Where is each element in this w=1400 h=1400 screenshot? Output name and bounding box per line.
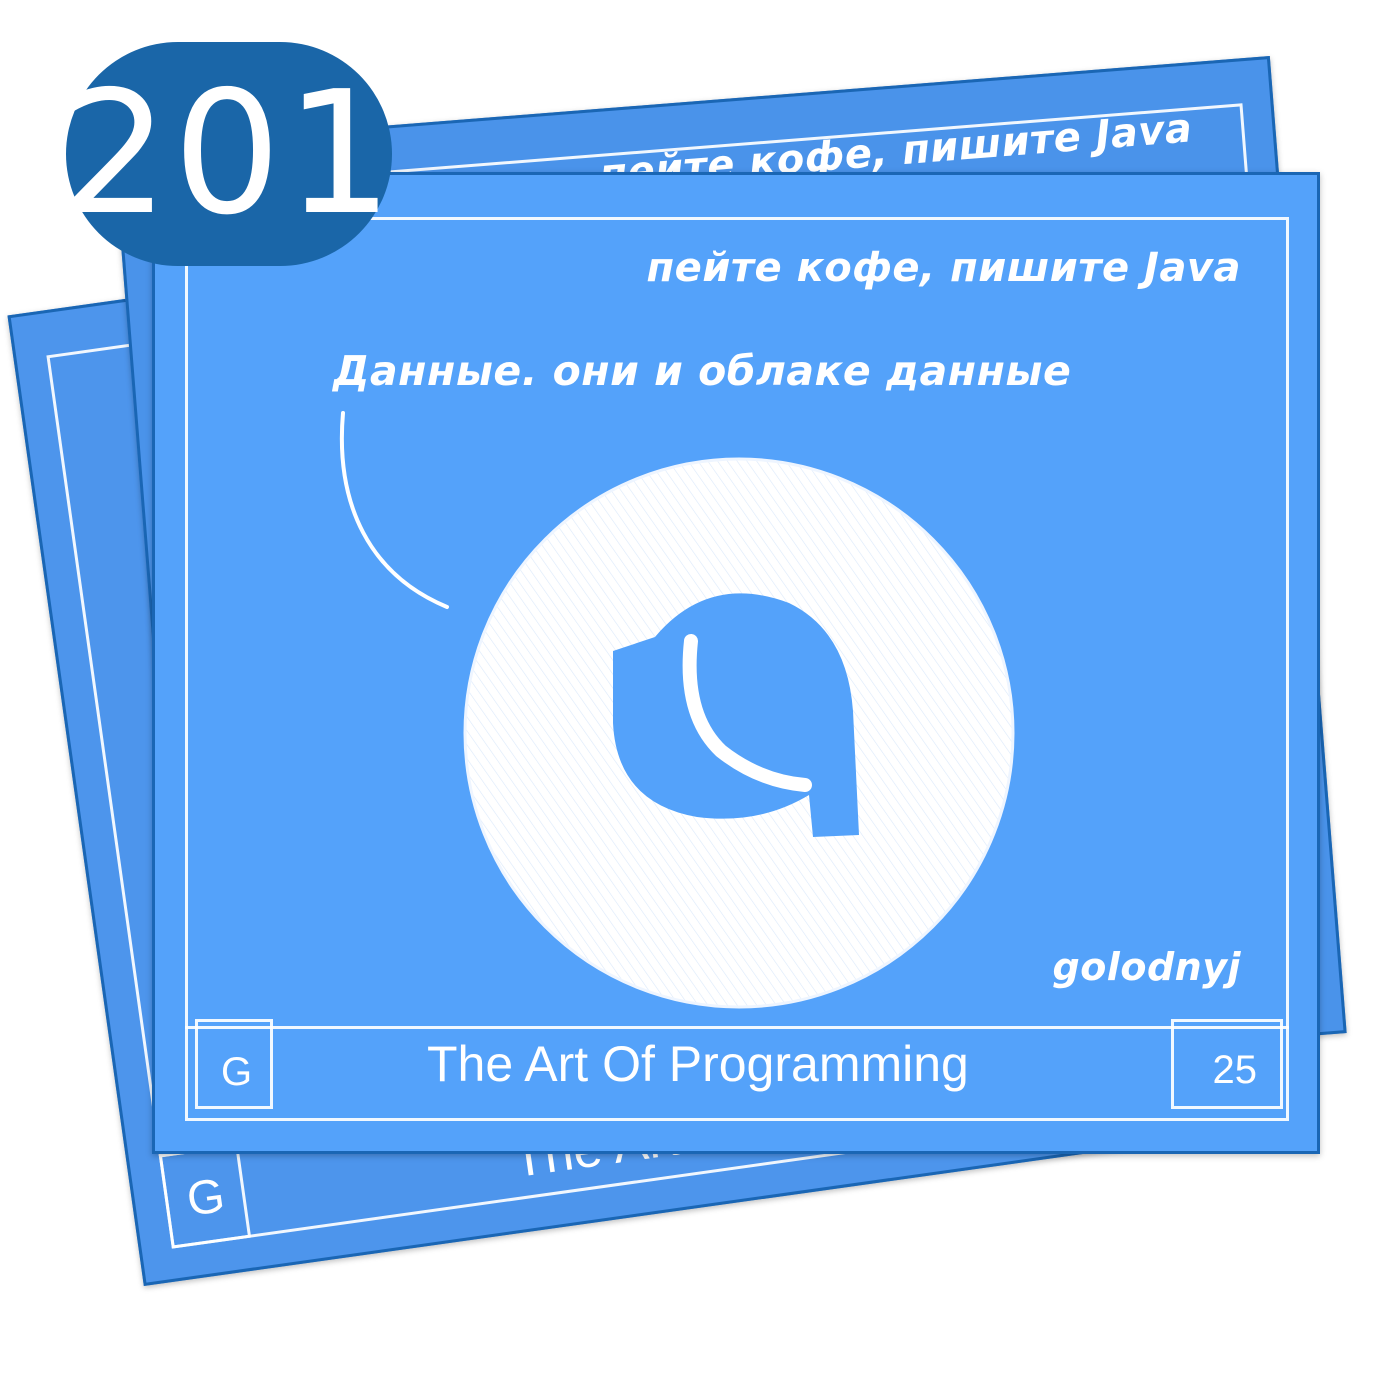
episode-number: 201 <box>60 55 398 253</box>
front-card: пейте кофе, пишите Java Данные. они и об… <box>152 172 1320 1154</box>
episode-badge: 201 <box>61 42 393 266</box>
footer-divider <box>185 1026 1289 1029</box>
podcast-logo-icon <box>463 457 1015 1009</box>
footer-letter: G <box>221 1050 253 1094</box>
back-card-footer-letter: G <box>183 1169 229 1227</box>
author-name: golodnyj <box>1052 945 1241 989</box>
footer-number: 25 <box>1212 1048 1258 1092</box>
footer-title: The Art Of Programming <box>427 1036 969 1092</box>
